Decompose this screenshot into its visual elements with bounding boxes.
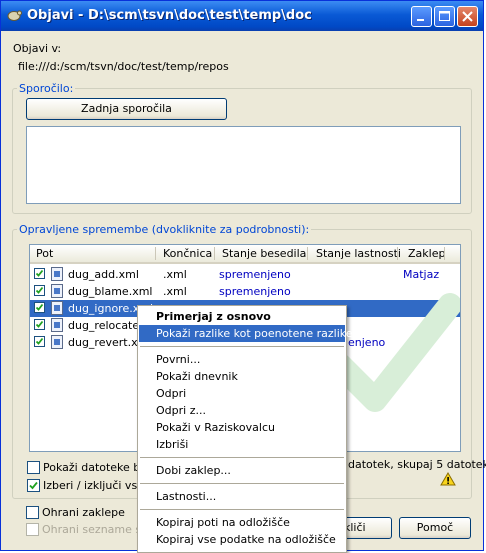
context-menu: Primerjaj z osnovo Pokaži razlike kot po… [137,305,353,553]
table-row[interactable]: dug_add.xml .xml spremenjeno Matjaz [30,266,460,283]
menu-separator [140,346,344,347]
show-unversioned-label: Pokaži datoteke bre [43,461,152,474]
row-checkbox[interactable] [34,336,45,347]
warning-icon [440,472,456,486]
menu-item-revert[interactable]: Povrni... [139,351,345,368]
row-checkbox[interactable] [34,302,45,313]
menu-separator [140,509,344,510]
close-button[interactable] [457,6,478,27]
checkmark-icon [35,303,44,311]
row-checkbox[interactable] [34,285,45,296]
menu-item-copy-all[interactable]: Kopiraj vse podatke na odložišče [139,531,345,548]
menu-item-get-lock[interactable]: Dobi zaklep... [139,462,345,479]
select-all-label: Izberi / izključi vse [43,479,144,492]
xml-file-icon [51,335,63,349]
row-path: dug_add.xml [68,268,139,281]
menu-item-show-explorer[interactable]: Pokaži v Raziskovalcu [139,419,345,436]
row-extension: .xml [163,285,187,298]
select-all-checkbox[interactable] [27,479,40,492]
tortoise-icon [7,10,22,21]
commit-to-url: file:///d:/scm/tsvn/doc/test/temp/repos [18,60,229,73]
row-text-status: spremenjeno [219,285,291,298]
window-title: Objavi - D:\scm\tsvn\doc\test\temp\doc [27,8,312,23]
keep-changelists-checkbox [26,523,39,536]
col-text-status[interactable]: Stanje besedila [222,247,306,260]
title-bar[interactable]: Objavi - D:\scm\tsvn\doc\test\temp\doc [1,1,483,31]
row-checkbox[interactable] [34,268,45,279]
checkmark-watermark-icon [330,293,460,412]
changes-list-header: Pot Končnica Stanje besedila Stanje last… [30,245,460,264]
help-button[interactable]: Pomoč [399,517,471,539]
show-unversioned-checkbox[interactable] [27,461,40,474]
menu-item-unified-diff[interactable]: Pokaži razlike kot poenotene razlike [139,325,353,342]
checkmark-icon [35,269,44,277]
files-summary: datotek, skupaj 5 datotek [348,458,486,471]
commit-to-label: Objavi v: [13,42,62,55]
ok-label: kliči [344,521,366,534]
xml-file-icon [51,318,63,332]
checkmark-icon [35,320,44,328]
menu-item-delete[interactable]: Izbriši [139,436,345,453]
message-input[interactable] [26,126,461,204]
minimize-button[interactable] [411,6,432,27]
message-legend: Sporočilo: [19,82,74,95]
keep-locks-label: Ohrani zaklepe [42,506,125,519]
keep-locks-checkbox[interactable] [26,506,39,519]
menu-item-compare-base[interactable]: Primerjaj z osnovo [139,308,345,325]
col-lock[interactable]: Zaklep [408,247,445,260]
maximize-button[interactable] [434,6,455,27]
menu-item-properties[interactable]: Lastnosti... [139,488,345,505]
col-extension[interactable]: Končnica [163,247,212,260]
xml-file-icon [51,284,63,298]
col-path[interactable]: Pot [36,247,53,260]
minimize-icon [417,19,424,21]
checkmark-icon [35,286,44,294]
row-path: dug_blame.xml [68,285,153,298]
xml-file-icon [51,267,63,281]
row-checkbox[interactable] [34,319,45,330]
menu-item-show-log[interactable]: Pokaži dnevnik [139,368,345,385]
row-extension: .xml [163,268,187,281]
menu-separator [140,457,344,458]
menu-item-copy-paths[interactable]: Kopiraj poti na odložišče [139,514,345,531]
row-lock: Matjaz [403,268,440,281]
checkmark-icon [35,337,44,345]
row-text-status: spremenjeno [219,268,291,281]
menu-item-open[interactable]: Odpri [139,385,345,402]
changes-legend: Opravljene spremembe (dvokliknite za pod… [19,223,310,236]
col-prop-status[interactable]: Stanje lastnosti [316,247,401,260]
recent-messages-button[interactable]: Zadnja sporočila [26,98,227,120]
close-icon [462,11,473,22]
maximize-icon [439,11,450,21]
xml-file-icon [51,301,63,315]
checkmark-icon [29,481,38,490]
menu-separator [140,483,344,484]
menu-item-open-with[interactable]: Odpri z... [139,402,345,419]
